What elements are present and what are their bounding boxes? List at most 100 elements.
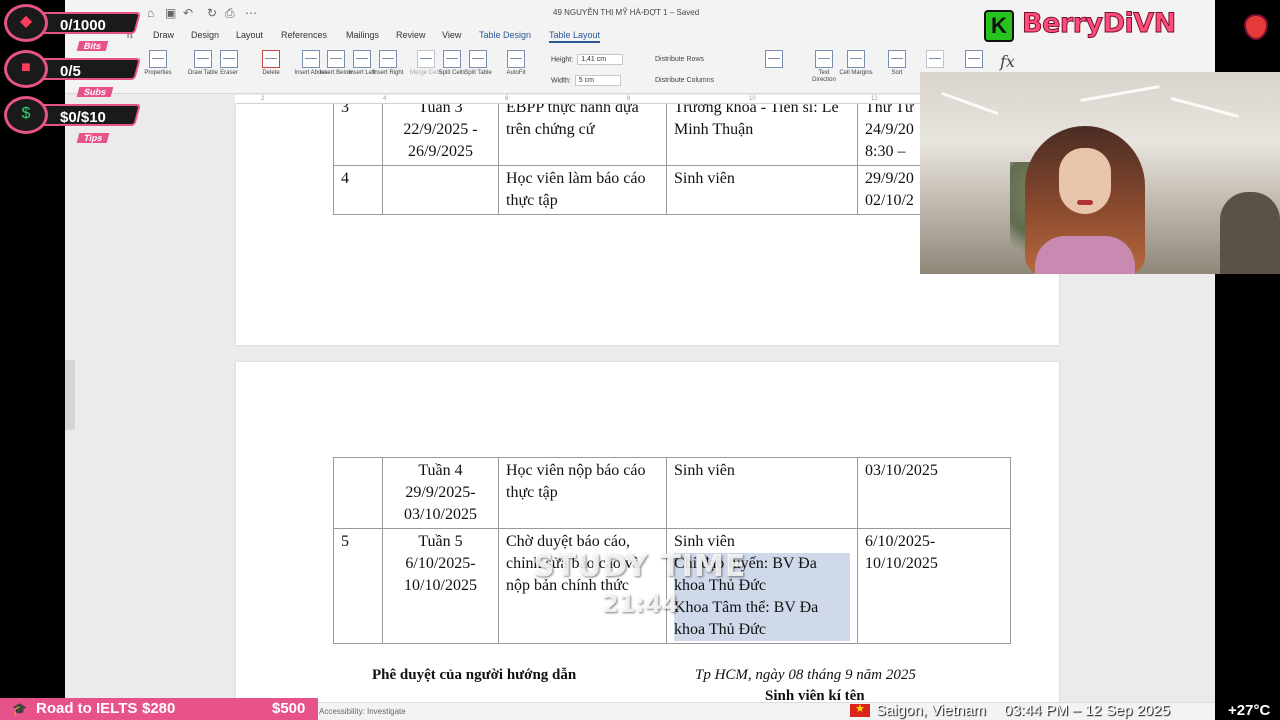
schedule-table-top[interactable]: 3 Tuần 3 22/9/2025 - 26/9/2025 EBPP thực…: [333, 104, 1011, 215]
distribute-columns-button[interactable]: Distribute Columns: [655, 77, 714, 84]
autofit-button[interactable]: AutoFit: [499, 50, 533, 77]
kick-logo-icon: K: [984, 10, 1014, 42]
cell-time[interactable]: 6/10/2025- 10/10/2025: [857, 528, 1011, 644]
cell-week[interactable]: [382, 165, 499, 215]
alignment-grid[interactable]: [757, 50, 791, 68]
goal-bits: ◆ 0/1000 Bits: [4, 4, 141, 51]
webcam-feed: [920, 72, 1280, 274]
tab-view[interactable]: View: [442, 30, 461, 40]
insert-above-icon: [302, 50, 320, 68]
cell-week[interactable]: Tuần 4 29/9/2025- 03/10/2025: [382, 457, 499, 529]
cell-time[interactable]: 03/10/2025: [857, 457, 1011, 529]
tips-money-icon: $: [21, 105, 31, 122]
delete-button[interactable]: Delete: [254, 50, 288, 77]
text-direction-button[interactable]: Text Direction: [807, 50, 841, 84]
cell-person[interactable]: Sinh viên: [666, 457, 858, 529]
table-row[interactable]: 3 Tuần 3 22/9/2025 - 26/9/2025 EBPP thực…: [333, 104, 1011, 166]
goal-tips: $ $0/$10 Tips: [4, 96, 141, 143]
ticker-current: $280: [142, 700, 176, 717]
cell-no[interactable]: 3: [333, 104, 383, 166]
document-page-2[interactable]: Tuần 4 29/9/2025- 03/10/2025 Học viên nộ…: [236, 362, 1059, 702]
redo-icon[interactable]: ↻: [207, 6, 217, 20]
width-field: Width: 5 cm: [551, 75, 621, 86]
eraser-icon: [220, 50, 238, 68]
tab-layout[interactable]: Layout: [236, 30, 263, 40]
cell-week[interactable]: Tuần 3 22/9/2025 - 26/9/2025: [382, 104, 499, 166]
table-row[interactable]: 5 Tuần 5 6/10/2025- 10/10/2025 Chờ duyệt…: [333, 528, 1011, 644]
person-text: Sinh viên: [674, 462, 735, 479]
tab-design[interactable]: Design: [191, 30, 219, 40]
strawberry-icon: [1244, 14, 1268, 40]
split-table-button[interactable]: Split Table: [461, 50, 495, 77]
convert-text-button[interactable]: [957, 50, 991, 68]
undo-icon[interactable]: ↶: [183, 6, 193, 20]
cell-no[interactable]: 4: [333, 165, 383, 215]
split-cells-icon: [443, 50, 461, 68]
cell-margins-icon: [847, 50, 865, 68]
document-title[interactable]: 49 NGUYỄN THỊ MỸ HÀ-ĐỢT 1 – Saved: [553, 8, 699, 17]
delete-table-icon: [262, 50, 280, 68]
eraser-button[interactable]: Eraser: [212, 50, 246, 77]
cell-no[interactable]: 5: [333, 528, 383, 644]
cell-person[interactable]: Sinh viên: [666, 165, 858, 215]
insert-below-icon: [327, 50, 345, 68]
cell-person[interactable]: Trưởng khoa - Tiến sĩ: Lê Minh Thuận: [666, 104, 858, 166]
save-icon[interactable]: ▣: [165, 6, 176, 20]
bits-gem-icon: ◆: [19, 13, 33, 30]
properties-icon: [149, 50, 167, 68]
home-icon[interactable]: ⌂: [147, 6, 154, 20]
properties-button[interactable]: Properties: [141, 50, 175, 77]
goal-value: $0/$10: [60, 109, 106, 126]
place-date-line: Tp HCM, ngày 08 tháng 9 năm 2025: [695, 667, 916, 683]
tab-review[interactable]: Review: [396, 30, 426, 40]
channel-name: BerryDiVN: [1022, 8, 1177, 40]
table-row[interactable]: 4 Học viên làm báo cáo thực tập Sinh viê…: [333, 165, 1011, 215]
cell-content[interactable]: Chờ duyệt báo cáo, chỉnh sửa báo cáo và …: [498, 528, 667, 644]
width-input[interactable]: 5 cm: [574, 75, 621, 86]
ielts-goal-ticker: 🎓 Road to IELTS $280 $500: [0, 698, 318, 720]
height-field: Height: 1,41 cm: [551, 54, 624, 65]
repeat-header-button[interactable]: [918, 50, 952, 68]
cell-week[interactable]: Tuần 5 6/10/2025- 10/10/2025: [382, 528, 499, 644]
ticker-target: $500: [272, 700, 306, 717]
study-timer: 21:44: [602, 590, 679, 618]
draw-table-icon: [194, 50, 212, 68]
formula-icon[interactable]: fx: [1000, 52, 1015, 71]
text-direction-icon: [815, 50, 833, 68]
tab-draw[interactable]: Draw: [153, 30, 174, 40]
insert-right-icon: [379, 50, 397, 68]
insert-right-button[interactable]: Insert Right: [371, 50, 405, 77]
sort-button[interactable]: Sort: [880, 50, 914, 77]
vertical-ruler[interactable]: [65, 360, 75, 430]
tab-table-design[interactable]: Table Design: [479, 30, 531, 40]
more-icon[interactable]: ⋯: [245, 6, 257, 20]
tab-references[interactable]: References: [281, 30, 327, 40]
tab-mailings[interactable]: Mailings: [346, 30, 379, 40]
print-icon[interactable]: ⎙: [225, 6, 235, 21]
streamer: [1025, 126, 1145, 274]
split-table-icon: [469, 50, 487, 68]
channel-logo: K BerryDiVN: [984, 6, 1274, 46]
sort-icon: [888, 50, 906, 68]
study-time-label: STUDY TIME: [533, 549, 747, 584]
cell-person[interactable]: Sinh viên Chỉ đạo tuyến: BV Đa khoa Thủ …: [666, 528, 858, 644]
clock-text: 03:44 PM – 12 Sep 2025: [1004, 702, 1170, 719]
ticker-label: Road to IELTS: [36, 700, 138, 717]
approval-heading: Phê duyệt của người hướng dẫn: [372, 667, 577, 683]
goal-value: 0/1000: [60, 17, 106, 34]
convert-to-text-icon: [965, 50, 983, 68]
height-input[interactable]: 1,41 cm: [577, 54, 624, 65]
distribute-rows-button[interactable]: Distribute Rows: [655, 56, 704, 63]
goal-subs: ■ 0/5 Subs: [4, 50, 141, 97]
repeat-header-icon: [926, 50, 944, 68]
cell-content[interactable]: EBPP thực hành dựa trên chứng cứ: [498, 104, 667, 166]
cell-content[interactable]: Học viên nộp báo cáo thực tập: [498, 457, 667, 529]
accessibility-status[interactable]: Accessibility: Investigate: [319, 707, 406, 716]
cell-margins-button[interactable]: Cell Margins: [839, 50, 873, 77]
subs-gift-icon: ■: [21, 59, 31, 76]
cell-content[interactable]: Học viên làm báo cáo thực tập: [498, 165, 667, 215]
table-row[interactable]: Tuần 4 29/9/2025- 03/10/2025 Học viên nộ…: [333, 457, 1011, 529]
tab-table-layout[interactable]: Table Layout: [549, 30, 601, 43]
cell-no[interactable]: [333, 457, 383, 529]
goal-caption: Tips: [76, 133, 110, 143]
